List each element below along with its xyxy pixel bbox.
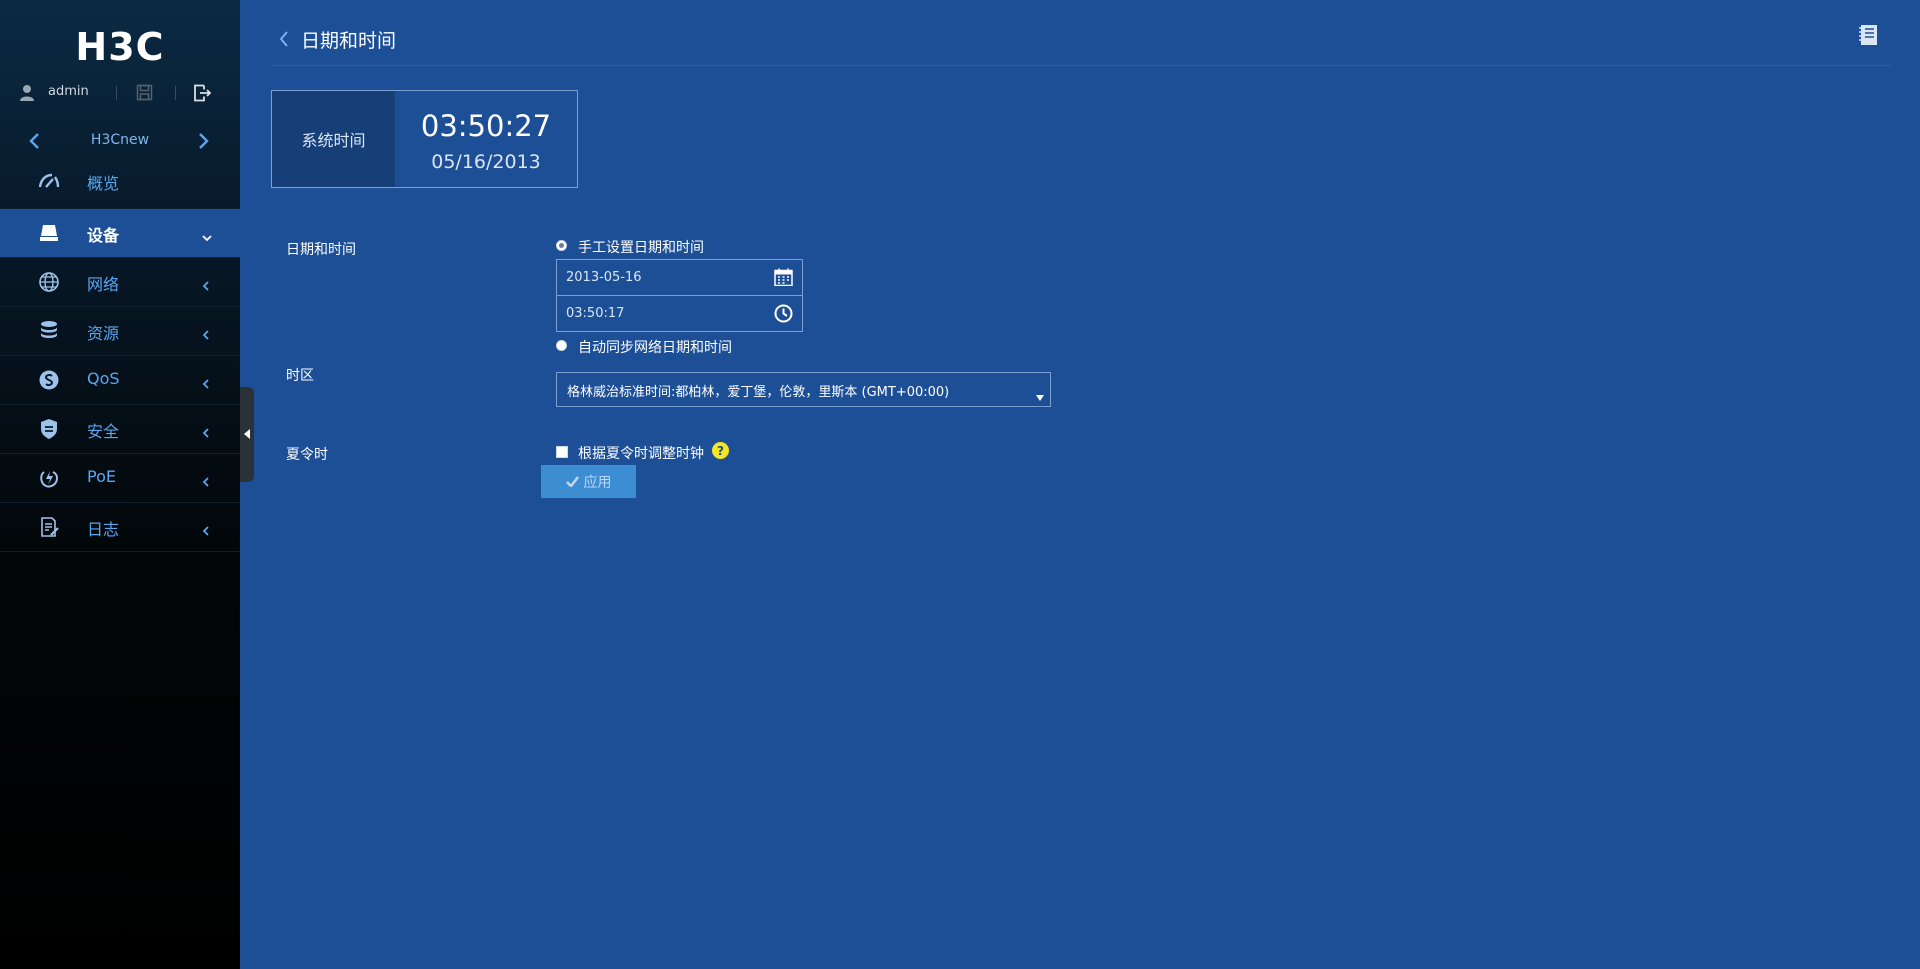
save-icon[interactable] [136,84,153,105]
logout-icon[interactable] [193,84,212,106]
globe-icon [38,271,60,293]
chevron-left-icon [201,375,211,394]
power-icon [38,467,60,489]
back-arrow-icon[interactable] [278,30,290,52]
nav-label: 资源 [87,324,120,343]
nav-item-resource[interactable]: 资源 [0,307,240,356]
nav-item-network[interactable]: 网络 [0,258,240,307]
time-field[interactable] [556,295,803,332]
nav-label: PoE [87,467,116,486]
page-title: 日期和时间 [301,30,397,52]
nav-label: QoS [87,369,120,388]
system-time-value: 03:50:27 [420,109,552,143]
help-book-icon[interactable] [1858,24,1879,50]
timezone-label: 时区 [286,368,314,384]
dst-checkbox[interactable] [556,446,568,458]
device-switcher: H3Cnew [0,128,240,154]
calendar-icon[interactable] [774,268,793,290]
dst-label: 夏令时 [286,447,328,463]
user-icon [19,84,35,106]
title-divider [272,65,1892,66]
nav-label: 日志 [87,520,120,539]
datetime-label: 日期和时间 [286,242,356,258]
chevron-left-icon [201,522,211,541]
auto-sync-radio[interactable] [556,340,567,351]
timezone-select[interactable]: 格林威治标准时间:都柏林，爱丁堡，伦敦，里斯本 (GMT+00:00) [556,372,1051,407]
dst-option-label[interactable]: 根据夏令时调整时钟 [578,443,704,463]
database-icon [38,320,60,342]
clock-icon[interactable] [774,304,793,327]
nav-item-log[interactable]: 日志 [0,503,240,552]
nav-item-security[interactable]: 安全 [0,405,240,454]
h3c-logo: H3C [0,20,240,70]
user-bar: admin [0,80,240,106]
chevron-left-icon [201,473,211,492]
chevron-left-icon [201,277,211,296]
nav-label: 概览 [87,174,120,193]
system-time-label: 系统时间 [272,91,395,187]
dashboard-gauge-icon [38,170,60,192]
date-input[interactable] [557,260,766,295]
username[interactable]: admin [48,84,89,99]
chevron-left-icon [201,326,211,345]
main-content: 日期和时间 系统时间 03:50:27 05/16/2013 日期和时间 手工设… [240,0,1920,969]
chevron-right-icon[interactable] [196,132,210,154]
divider [116,86,117,100]
help-icon[interactable]: ? [712,442,729,459]
nav-item-overview[interactable]: 概览 [0,157,240,209]
nav-item-poe[interactable]: PoE [0,454,240,503]
manual-datetime-label[interactable]: 手工设置日期和时间 [578,237,704,257]
chevron-down-icon [201,228,213,247]
main-nav: 概览 设备 网络 资源 QoS 安全 PoE 日志 [0,157,240,552]
device-icon [38,222,60,244]
logo-text: H3C [75,25,164,69]
chevron-left-icon [201,424,211,443]
nav-label: 网络 [87,275,120,294]
sidebar: H3C admin H3Cnew 概览 设备 网络 资源 QoS 安全 PoE … [0,0,240,969]
system-time-panel: 系统时间 03:50:27 05/16/2013 [271,90,578,188]
nav-item-qos[interactable]: QoS [0,356,240,405]
shield-icon [38,418,60,440]
checkmark-icon [565,476,579,487]
dropdown-caret-icon [1036,386,1044,405]
apply-button[interactable]: 应用 [541,465,636,498]
log-icon [38,516,60,538]
timezone-value: 格林威治标准时间:都柏林，爱丁堡，伦敦，里斯本 (GMT+00:00) [567,385,950,400]
system-date-value: 05/16/2013 [431,151,541,173]
date-field[interactable] [556,259,803,296]
manual-datetime-radio[interactable] [556,240,567,251]
nav-label: 安全 [87,422,120,441]
apply-button-label: 应用 [583,474,612,491]
divider [175,86,176,100]
auto-sync-label[interactable]: 自动同步网络日期和时间 [578,337,732,357]
nav-item-device[interactable]: 设备 [0,209,240,258]
qos-icon [38,369,60,391]
nav-label: 设备 [87,226,120,245]
time-input[interactable] [557,296,766,331]
